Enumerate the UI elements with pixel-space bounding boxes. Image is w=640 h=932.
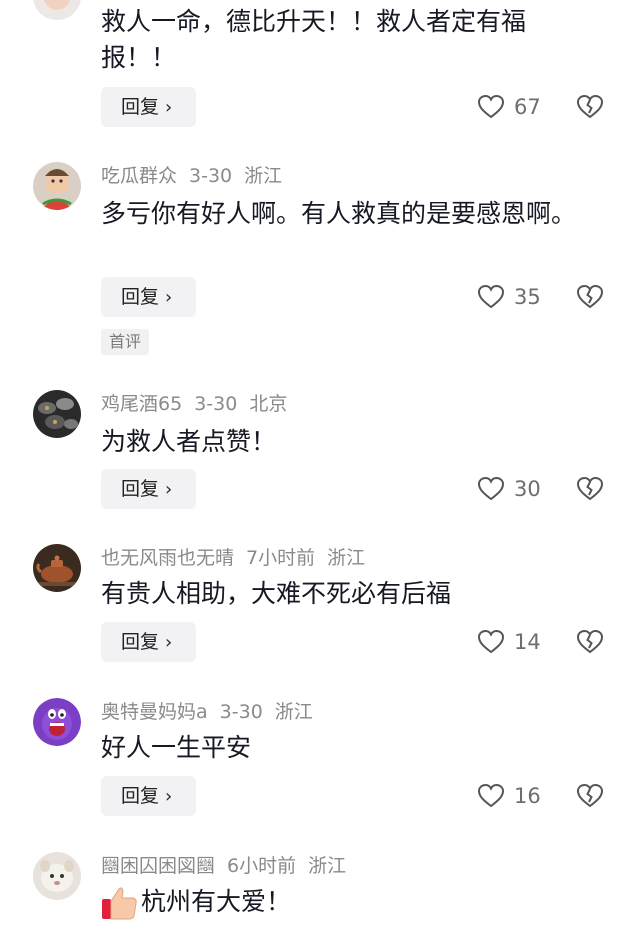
comment-text: 杭州有大爱！ [101, 884, 581, 921]
avatar[interactable] [33, 852, 81, 900]
broken-heart-icon [576, 476, 604, 501]
comment-meta: 鸡尾酒65 3-30 北京 [101, 392, 299, 416]
broken-heart-icon [576, 629, 604, 654]
like-count: 67 [514, 95, 541, 119]
chevron-right-icon: › [165, 632, 173, 653]
username[interactable]: 吃瓜群众 [101, 165, 177, 187]
dislike-button[interactable] [576, 783, 604, 812]
like-count: 16 [514, 784, 541, 808]
username[interactable]: 鸡尾酒65 [101, 393, 182, 415]
thumbs-up-emoji [101, 885, 139, 921]
avatar[interactable] [33, 544, 81, 592]
comment-location: 浙江 [327, 547, 366, 569]
chevron-right-icon: › [165, 287, 173, 308]
comment-meta: 奥特曼妈妈a 3-30 浙江 [101, 700, 325, 724]
comment-date: 7小时前 [246, 547, 316, 569]
heart-outline-icon [478, 477, 504, 501]
avatar[interactable] [33, 390, 81, 438]
reply-button[interactable]: 回复 › [101, 87, 196, 127]
like-button[interactable]: 35 [478, 285, 541, 309]
heart-outline-icon [478, 95, 504, 119]
reply-button[interactable]: 回复 › [101, 776, 196, 816]
heart-outline-icon [478, 784, 504, 808]
avatar[interactable] [33, 0, 81, 20]
like-button[interactable]: 30 [478, 477, 541, 501]
like-count: 14 [514, 630, 541, 654]
reply-label: 回复 [121, 286, 160, 308]
reply-button[interactable]: 回复 › [101, 469, 196, 509]
broken-heart-icon [576, 94, 604, 119]
comment-meta: 也无风雨也无晴 7小时前 浙江 [101, 546, 377, 570]
reply-label: 回复 [121, 785, 160, 807]
like-count: 35 [514, 285, 541, 309]
comment-date: 6小时前 [227, 855, 297, 877]
comment-meta: 圝困囚困図圝 6小时前 浙江 [101, 854, 358, 878]
comment-meta: 吃瓜群众 3-30 浙江 [101, 164, 294, 188]
reply-label: 回复 [121, 631, 160, 653]
username[interactable]: 奥特曼妈妈a [101, 701, 208, 723]
comment-text: 好人一生平安 [101, 733, 252, 762]
chevron-right-icon: › [165, 479, 173, 500]
like-count: 30 [514, 477, 541, 501]
comment-text: 多亏你有好人啊。有人救真的是要感恩啊。 [101, 199, 577, 228]
reply-label: 回复 [121, 96, 160, 118]
comment-date: 3-30 [189, 165, 233, 187]
like-button[interactable]: 16 [478, 784, 541, 808]
comment-text-body: 杭州有大爱！ [141, 887, 292, 916]
like-button[interactable]: 67 [478, 95, 541, 119]
reply-button[interactable]: 回复 › [101, 622, 196, 662]
dislike-button[interactable] [576, 629, 604, 658]
heart-outline-icon [478, 285, 504, 309]
chevron-right-icon: › [165, 786, 173, 807]
broken-heart-icon [576, 783, 604, 808]
dislike-button[interactable] [576, 476, 604, 505]
username[interactable]: 圝困囚困図圝 [101, 855, 215, 877]
chevron-right-icon: › [165, 97, 173, 118]
broken-heart-icon [576, 284, 604, 309]
reply-label: 回复 [121, 478, 160, 500]
comment-date: 3-30 [219, 701, 263, 723]
comment-date: 3-30 [194, 393, 238, 415]
avatar[interactable] [33, 162, 81, 210]
comment-text: 救人一命，德比升天！！救人者定有福报！！ [101, 7, 527, 72]
comment-text: 为救人者点赞！ [101, 427, 277, 456]
heart-outline-icon [478, 630, 504, 654]
comment-location: 北京 [249, 393, 288, 415]
dislike-button[interactable] [576, 284, 604, 313]
comment-location: 浙江 [244, 165, 283, 187]
comment-location: 浙江 [308, 855, 347, 877]
like-button[interactable]: 14 [478, 630, 541, 654]
first-comment-badge: 首评 [101, 329, 150, 355]
comment-location: 浙江 [274, 701, 313, 723]
comment-text: 有贵人相助，大难不死必有后福 [101, 579, 452, 608]
avatar[interactable] [33, 698, 81, 746]
comment-list: 救人一命，德比升天！！救人者定有福报！！ 回复 › 67 吃瓜群众 3-30 浙江 [0, 0, 640, 932]
reply-button[interactable]: 回复 › [101, 277, 196, 317]
username[interactable]: 也无风雨也无晴 [101, 547, 234, 569]
dislike-button[interactable] [576, 94, 604, 123]
